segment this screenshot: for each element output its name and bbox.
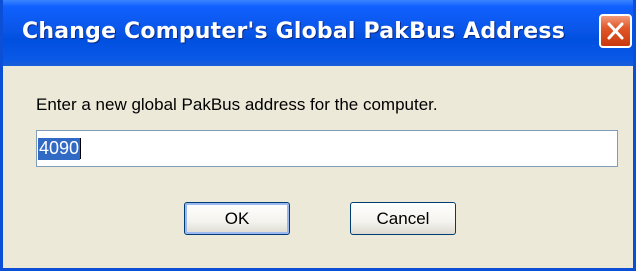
cancel-button[interactable]: Cancel — [350, 202, 456, 235]
address-input[interactable]: 4090 — [36, 130, 618, 167]
prompt-label: Enter a new global PakBus address for th… — [36, 95, 438, 114]
close-icon — [607, 22, 624, 40]
text-caret — [80, 138, 82, 159]
ok-button[interactable]: OK — [184, 202, 290, 235]
address-value: 4090 — [38, 138, 81, 160]
dialog-body: Enter a new global PakBus address for th… — [3, 66, 633, 268]
title-bar[interactable]: Change Computer's Global PakBus Address — [3, 0, 633, 66]
dialog-window: Change Computer's Global PakBus Address … — [0, 0, 636, 271]
dialog-title: Change Computer's Global PakBus Address — [22, 19, 565, 44]
close-button[interactable] — [599, 14, 632, 48]
